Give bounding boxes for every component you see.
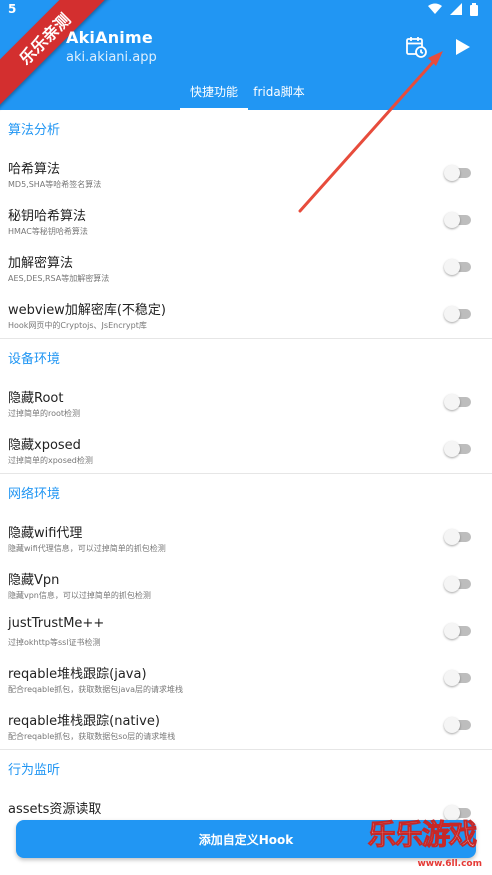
- watermark: 乐乐游戏 www.6ll.com: [367, 813, 486, 871]
- watermark-url: www.6ll.com: [417, 859, 482, 869]
- annotation-arrow: [298, 51, 443, 213]
- watermark-text: 乐乐游戏: [367, 818, 477, 852]
